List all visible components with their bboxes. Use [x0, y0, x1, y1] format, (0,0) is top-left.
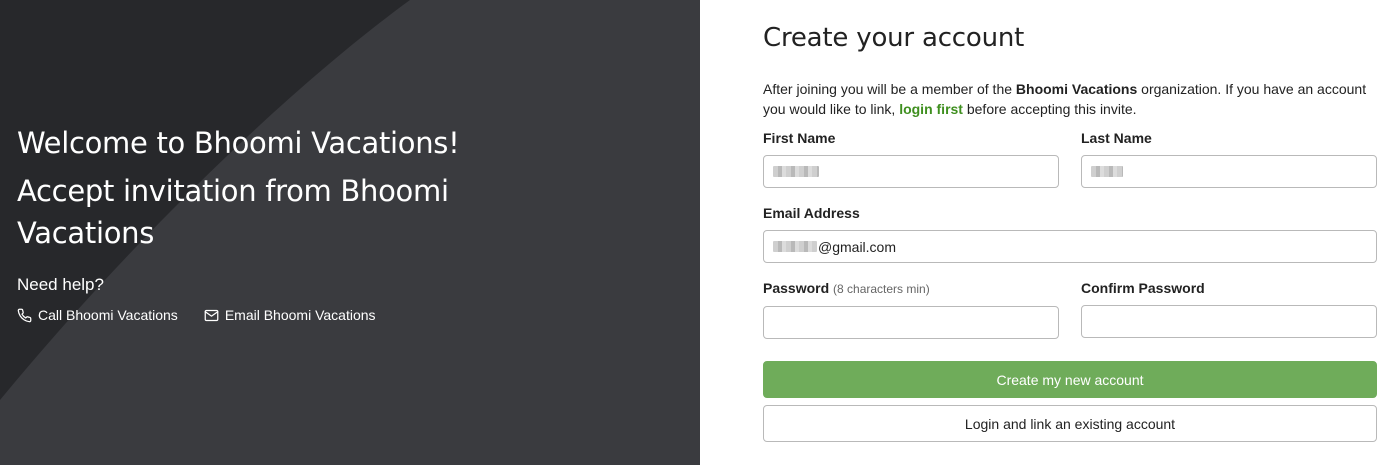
last-name-wrap — [1081, 155, 1377, 188]
welcome-content: Welcome to Bhoomi Vacations! Accept invi… — [17, 124, 577, 324]
intro-text: After joining you will be a member of th… — [763, 79, 1377, 119]
login-link-account-button[interactable]: Login and link an existing account — [763, 405, 1377, 442]
accept-invitation-title: Accept invitation from Bhoomi Vacations — [17, 174, 449, 250]
need-help-heading: Need help? — [17, 275, 104, 294]
password-row: Password (8 characters min) Confirm Pass… — [763, 279, 1377, 355]
email-link-label: Email Bhoomi Vacations — [224, 307, 376, 323]
password-label: Password (8 characters min) — [763, 279, 1059, 298]
confirm-password-input[interactable] — [1081, 305, 1377, 338]
confirm-password-field: Confirm Password — [1081, 279, 1377, 339]
redacted-first-name — [773, 166, 819, 177]
email-wrap — [763, 230, 1377, 263]
name-row: First Name Last Name — [763, 129, 1377, 204]
first-name-wrap — [763, 155, 1059, 188]
first-name-field: First Name — [763, 129, 1059, 188]
help-links: Call Bhoomi Vacations Email Bhoomi Vacat… — [17, 306, 577, 324]
call-link[interactable]: Call Bhoomi Vacations — [17, 306, 178, 324]
last-name-field: Last Name — [1081, 129, 1377, 188]
envelope-icon — [204, 309, 219, 321]
last-name-input[interactable] — [1081, 155, 1377, 188]
confirm-password-label: Confirm Password — [1081, 280, 1205, 296]
redacted-email-user — [773, 241, 817, 252]
password-input[interactable] — [763, 306, 1059, 339]
signup-panel: Create your account After joining you wi… — [700, 0, 1388, 465]
call-link-label: Call Bhoomi Vacations — [38, 307, 178, 323]
welcome-panel: Welcome to Bhoomi Vacations! Accept invi… — [0, 0, 700, 465]
intro-org-name: Bhoomi Vacations — [1015, 81, 1138, 97]
intro-part1: After joining you will be a member of th… — [763, 81, 1016, 97]
email-label: Email Address — [763, 205, 860, 221]
email-input[interactable] — [763, 230, 1377, 263]
intro-part3: before accepting this invite. — [962, 101, 1137, 117]
invite-page: Welcome to Bhoomi Vacations! Accept invi… — [0, 0, 1388, 465]
password-hint: (8 characters min) — [833, 282, 930, 296]
email-field: Email Address — [763, 204, 1377, 263]
last-name-label: Last Name — [1081, 130, 1152, 146]
phone-icon — [17, 308, 32, 322]
first-name-label: First Name — [763, 130, 836, 146]
signup-form: Create your account After joining you wi… — [763, 18, 1377, 442]
password-field: Password (8 characters min) — [763, 279, 1059, 339]
create-account-button[interactable]: Create my new account — [763, 361, 1377, 398]
form-title: Create your account — [763, 23, 1025, 53]
password-label-text: Password — [763, 280, 830, 296]
email-link[interactable]: Email Bhoomi Vacations — [204, 306, 376, 324]
welcome-title: Welcome to Bhoomi Vacations! — [17, 126, 460, 160]
login-first-link[interactable]: login first — [899, 101, 963, 117]
redacted-last-name — [1091, 166, 1123, 177]
